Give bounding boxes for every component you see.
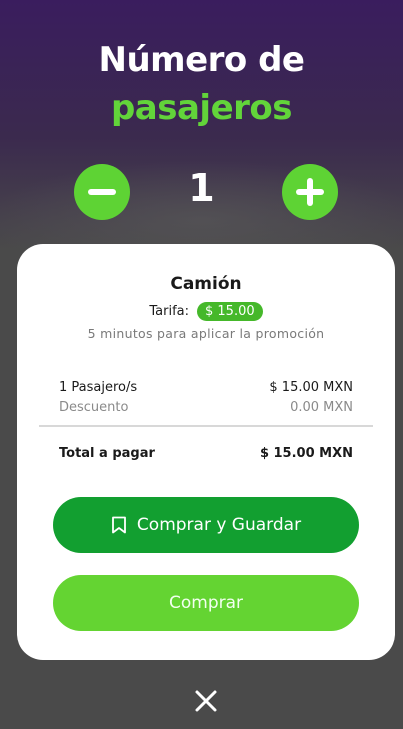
passengers-amount: $ 15.00 MXN — [269, 380, 353, 395]
buy-button[interactable]: Comprar — [53, 575, 359, 631]
increase-passengers-button[interactable] — [282, 164, 338, 220]
page-title-line2: pasajeros — [110, 88, 293, 128]
tarifa-row: Tarifa: $ 15.00 — [17, 302, 395, 321]
buy-label: Comprar — [168, 593, 244, 613]
page-title-line1: Número de — [98, 40, 305, 80]
divider — [39, 425, 373, 427]
purchase-card: Camión Tarifa: $ 15.00 5 minutos para ap… — [17, 244, 395, 660]
discount-line: Descuento 0.00 MXN — [59, 400, 353, 415]
total-line: Total a pagar $ 15.00 MXN — [59, 446, 353, 461]
tarifa-label: Tarifa: — [149, 304, 189, 319]
promo-text: 5 minutos para aplicar la promoción — [87, 326, 325, 341]
tarifa-badge: $ 15.00 — [197, 302, 263, 321]
close-icon — [195, 690, 217, 712]
buy-and-save-button[interactable]: Comprar y Guardar — [53, 497, 359, 553]
buy-and-save-label: Comprar y Guardar — [136, 515, 302, 535]
discount-amount: 0.00 MXN — [290, 400, 353, 415]
passengers-label: 1 Pasajero/s — [59, 380, 138, 395]
vehicle-title: Camión — [170, 274, 242, 294]
passengers-line: 1 Pasajero/s $ 15.00 MXN — [59, 380, 353, 395]
total-label: Total a pagar — [59, 446, 155, 461]
passenger-count: 1 — [188, 166, 215, 210]
close-button[interactable] — [193, 688, 219, 714]
total-amount: $ 15.00 MXN — [259, 446, 353, 461]
discount-label: Descuento — [59, 400, 129, 415]
bookmark-icon — [112, 516, 126, 534]
